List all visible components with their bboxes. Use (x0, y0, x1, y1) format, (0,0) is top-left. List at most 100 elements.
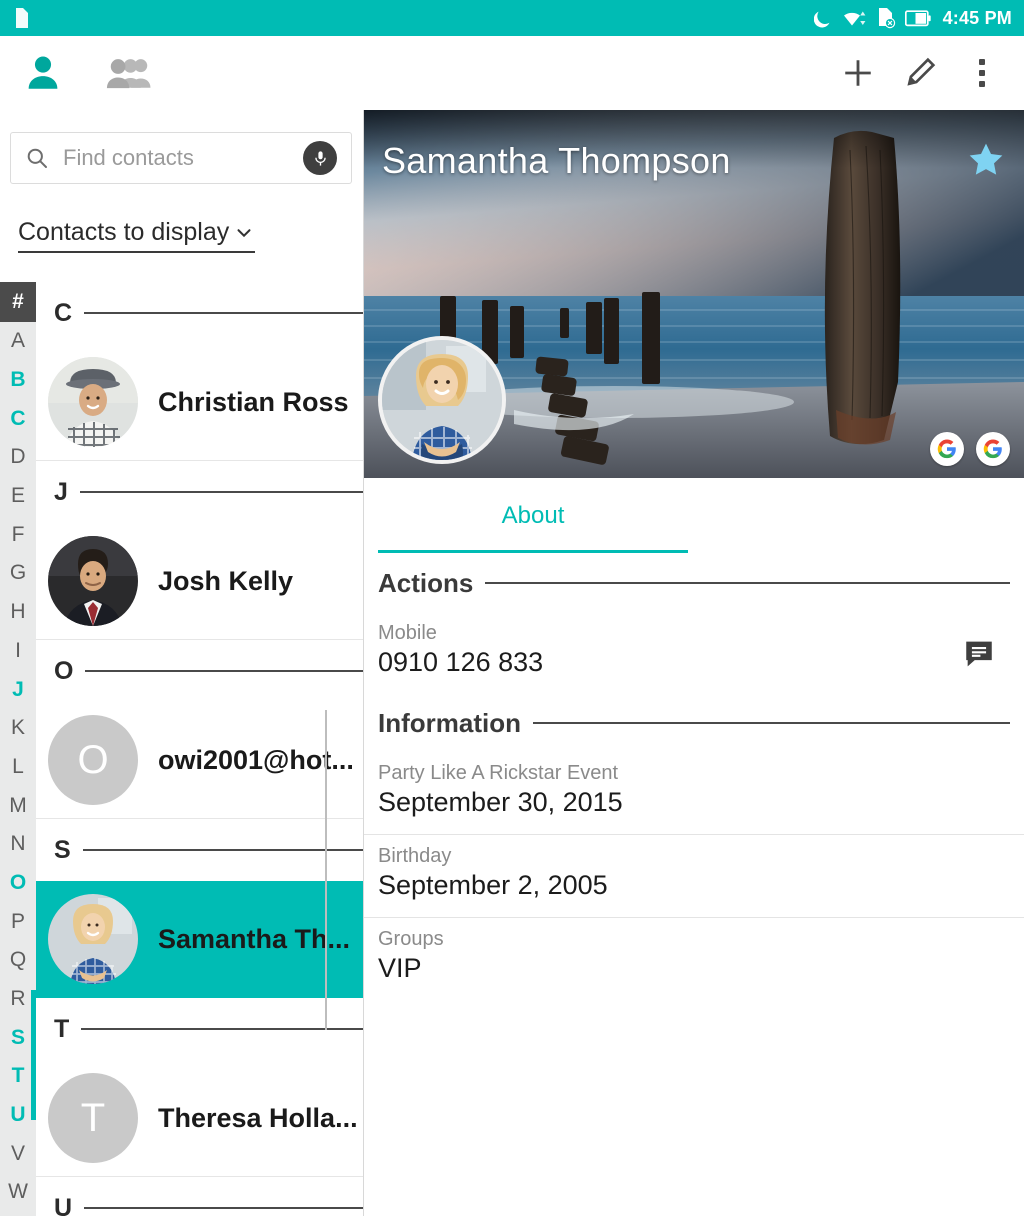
search-icon (27, 148, 47, 168)
contact-list-item[interactable]: Samantha Th... (36, 881, 363, 998)
contact-list-item[interactable]: Josh Kelly (36, 523, 363, 640)
section-divider (81, 1028, 363, 1030)
section-divider (84, 1207, 363, 1209)
alphabet-index[interactable]: # ABCDEFGHIJKLMNOPQRSTUVW (0, 282, 36, 1216)
contact-name: Samantha Th... (158, 923, 351, 954)
search-input[interactable]: Find contacts (10, 132, 352, 184)
list-scrollbar[interactable] (325, 710, 327, 1030)
avatar-photo (48, 894, 138, 984)
contact-name: Theresa Holla... (158, 1102, 358, 1133)
index-letter-p[interactable]: P (0, 902, 36, 941)
message-bubble-icon (966, 641, 992, 667)
field-label: Mobile (378, 622, 437, 644)
index-letter-d[interactable]: D (0, 438, 36, 477)
list-section-header: J (36, 461, 363, 523)
tab-about[interactable]: About (378, 478, 688, 554)
contact-list-item[interactable]: Christian Ross (36, 344, 363, 461)
star-filled-icon (969, 143, 1003, 175)
wifi-icon (843, 11, 865, 26)
contact-detail-pane: Samantha Thompson About Actions Mobile 0… (364, 110, 1024, 1216)
detail-section-header: Actions (364, 554, 1024, 612)
index-letter-g[interactable]: G (0, 554, 36, 593)
detail-field[interactable]: Groups VIP (364, 918, 1024, 1000)
section-rule (485, 582, 1010, 584)
index-letter-o[interactable]: O (0, 864, 36, 903)
list-section-header: S (36, 819, 363, 881)
detail-field[interactable]: Party Like A Rickstar Event September 30,… (364, 752, 1024, 835)
avatar-initial: O (48, 715, 138, 805)
field-label: Groups (378, 928, 444, 950)
index-letter-n[interactable]: N (0, 825, 36, 864)
google-account-badge[interactable] (930, 432, 964, 466)
google-g-icon (937, 439, 956, 459)
contact-list-item[interactable]: T Theresa Holla... (36, 1060, 363, 1177)
google-account-badge[interactable] (976, 432, 1010, 466)
linked-accounts (930, 432, 1010, 466)
contact-name: Josh Kelly (158, 565, 294, 596)
sd-card-error-icon (878, 7, 895, 28)
favorite-star-button[interactable] (966, 140, 1006, 185)
contacts-sidebar: Find contacts Contacts to display # ABCD… (0, 110, 364, 1216)
section-letter: J (54, 477, 68, 506)
index-letter-v[interactable]: V (0, 1134, 36, 1173)
list-section-header: U (36, 1177, 363, 1216)
clock-time: 4:45 PM (942, 7, 1012, 28)
app-toolbar (0, 36, 1024, 110)
status-bar: 4:45 PM (0, 0, 1024, 36)
index-letter-hash[interactable]: # (0, 282, 36, 322)
contacts-to-display-filter[interactable]: Contacts to display (18, 218, 256, 253)
field-label: Birthday (378, 845, 452, 867)
avatar-photo (48, 536, 138, 626)
contacts-to-display-label: Contacts to display (18, 218, 230, 246)
index-letter-h[interactable]: H (0, 593, 36, 632)
person-icon (28, 56, 58, 89)
list-section-header: O (36, 640, 363, 702)
index-letter-e[interactable]: E (0, 477, 36, 516)
contacts-app-window: 4:45 PM Find contacts Contacts to displa… (0, 0, 1024, 1216)
section-title: Information (378, 707, 521, 738)
avatar-initial-letter: O (77, 737, 109, 782)
contact-name: Christian Ross (158, 386, 349, 417)
send-message-button[interactable] (962, 636, 996, 670)
section-letter: O (54, 656, 74, 685)
section-divider (85, 670, 363, 672)
contacts-tab[interactable] (0, 52, 86, 94)
index-letter-b[interactable]: B (0, 361, 36, 400)
index-letter-m[interactable]: M (0, 786, 36, 825)
edit-button[interactable] (902, 55, 938, 91)
index-letter-f[interactable]: F (0, 515, 36, 554)
index-letter-k[interactable]: K (0, 709, 36, 748)
index-letter-q[interactable]: Q (0, 941, 36, 980)
contact-avatar[interactable] (378, 336, 506, 464)
battery-icon (904, 9, 931, 26)
contact-name-title: Samantha Thompson (382, 140, 731, 181)
index-letter-j[interactable]: J (0, 670, 36, 709)
avatar-photo-samantha (382, 340, 502, 460)
overflow-menu-button[interactable] (964, 55, 1000, 91)
avatar-initial: T (48, 1073, 138, 1163)
plus-icon (845, 60, 871, 86)
detail-field[interactable]: Birthday September 2, 2005 (364, 835, 1024, 918)
field-label: Party Like A Rickstar Event (378, 762, 619, 784)
detail-field[interactable]: Mobile 0910 126 833 (364, 612, 1024, 694)
do-not-disturb-moon-icon (813, 11, 830, 27)
section-rule (533, 722, 1010, 724)
index-letter-i[interactable]: I (0, 632, 36, 671)
add-contact-button[interactable] (840, 55, 876, 91)
field-value: September 2, 2005 (378, 870, 608, 900)
field-value: VIP (378, 953, 422, 983)
section-letter: T (54, 1014, 70, 1043)
section-letter: S (54, 835, 71, 864)
groups-tab[interactable] (86, 54, 172, 92)
index-letter-c[interactable]: C (0, 399, 36, 438)
voice-search-button[interactable] (303, 141, 337, 175)
field-value: 0910 126 833 (378, 647, 544, 677)
sim-card-icon (16, 8, 28, 28)
index-letter-l[interactable]: L (0, 748, 36, 787)
index-letter-w[interactable]: W (0, 1173, 36, 1212)
status-bar-left-icons (14, 8, 28, 28)
index-letter-a[interactable]: A (0, 322, 36, 361)
toolbar-actions (840, 55, 1024, 91)
contact-list-item[interactable]: Oowi2001@hot... (36, 702, 363, 819)
avatar-initial-letter: T (80, 1095, 106, 1140)
